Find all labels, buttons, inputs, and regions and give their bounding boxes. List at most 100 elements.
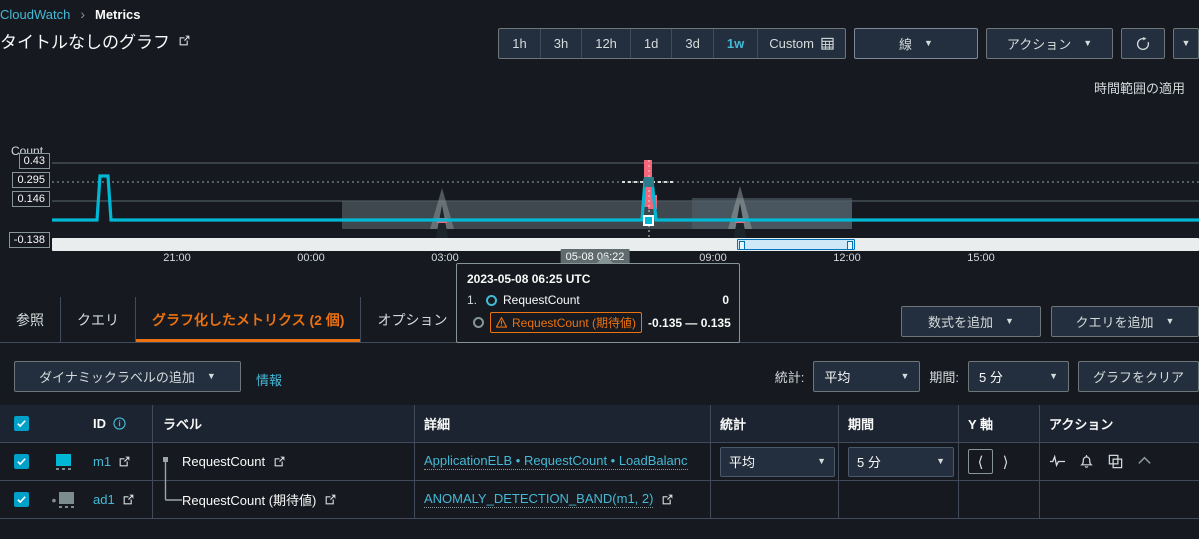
time-range-1d[interactable]: 1d xyxy=(631,29,673,58)
row-actions-cell xyxy=(1039,481,1199,518)
add-dynamic-label-text: ダイナミックラベルの追加 xyxy=(39,370,195,385)
x-tick-4: 12:00 xyxy=(833,252,861,264)
yaxis-header-text: Y 軸 xyxy=(968,417,994,432)
tooltip-arrow-icon xyxy=(596,255,614,264)
chevron-up-icon[interactable] xyxy=(1136,453,1153,470)
chevron-down-icon: ▼ xyxy=(1181,38,1191,48)
y-tick-0: 0.43 xyxy=(18,153,50,169)
tooltip-row: 1. RequestCount 0 xyxy=(467,293,729,307)
period-select[interactable]: 5 分 ▼ xyxy=(967,361,1069,392)
tab-options[interactable]: オプション xyxy=(361,297,465,342)
color-swatch-block xyxy=(55,453,71,466)
row-detail-m1[interactable]: ApplicationELB • RequestCount • LoadBala… xyxy=(424,453,688,470)
row-period-select[interactable]: 5 分 ▼ xyxy=(848,446,954,477)
time-range-1w[interactable]: 1w xyxy=(714,29,759,58)
refresh-button[interactable] xyxy=(1121,28,1165,59)
row-label-ad1: RequestCount (期待値) xyxy=(182,493,317,508)
tab-graphed-metrics[interactable]: グラフ化したメトリクス (2 個) xyxy=(136,297,362,342)
chevron-down-icon: ▼ xyxy=(924,38,933,48)
chevron-down-icon: ▼ xyxy=(1083,38,1093,48)
row-id-cell: m1 xyxy=(84,454,152,469)
info-link[interactable]: 情報 xyxy=(256,370,282,389)
graph-type-select[interactable]: 線 ▼ xyxy=(854,28,978,59)
metric-graph-icon[interactable] xyxy=(1049,453,1066,470)
chevron-down-icon: ▼ xyxy=(206,371,216,381)
edit-label-icon[interactable] xyxy=(273,455,286,468)
chart-plot[interactable] xyxy=(52,160,1199,242)
y-tick-highlight: 0.295 xyxy=(12,172,50,188)
x-tick-2: 03:00 xyxy=(431,252,459,264)
chart-tooltip: 2023-05-08 06:25 UTC 1. RequestCount 0 R… xyxy=(456,263,740,343)
tooltip-row: RequestCount (期待値) -0.135 — 0.135 xyxy=(467,312,731,333)
row-checkbox[interactable] xyxy=(13,492,29,507)
actions-header: アクション xyxy=(1039,405,1199,442)
tooltip-row-index: 1. xyxy=(467,293,478,307)
row-id-ad1[interactable]: ad1 xyxy=(93,492,115,507)
tab-query[interactable]: クエリ xyxy=(61,297,136,342)
time-range-12h[interactable]: 12h xyxy=(582,29,631,58)
yaxis-right-button[interactable]: ⟩ xyxy=(993,449,1018,474)
row-id-m1[interactable]: m1 xyxy=(93,454,111,469)
add-math-label: 数式を追加 xyxy=(928,315,994,330)
time-range-1h[interactable]: 1h xyxy=(499,29,541,58)
clear-graph-button[interactable]: グラフをクリア xyxy=(1077,361,1199,392)
actions-button[interactable]: アクション ▼ xyxy=(986,28,1113,59)
row-color-cell[interactable] xyxy=(42,453,84,470)
info-icon[interactable] xyxy=(113,417,126,430)
stat-header-text: 統計 xyxy=(720,417,747,432)
refresh-options-button[interactable]: ▼ xyxy=(1173,28,1199,59)
chevron-down-icon: ▼ xyxy=(1005,316,1014,326)
edit-id-icon[interactable] xyxy=(118,455,131,468)
add-query-button[interactable]: クエリを追加 ▼ xyxy=(1051,306,1199,337)
color-swatch-block xyxy=(59,491,75,504)
time-range-custom[interactable]: Custom xyxy=(758,29,845,58)
row-id-cell: ad1 xyxy=(84,492,152,507)
statistic-select[interactable]: 平均 ▼ xyxy=(813,361,921,392)
series-marker-icon xyxy=(473,317,484,328)
x-tick-0: 21:00 xyxy=(163,252,191,264)
detail-header-text: 詳細 xyxy=(424,417,451,432)
period-header-text: 期間 xyxy=(848,417,875,432)
graph-type-value: 線 xyxy=(899,37,913,52)
row-select-cell xyxy=(0,454,42,469)
duplicate-icon[interactable] xyxy=(1107,453,1124,470)
stat-period-controls: 統計: 平均 ▼ 期間: 5 分 ▼ グラフをクリア xyxy=(775,361,1199,392)
select-all-cell xyxy=(0,416,42,431)
row-checkbox[interactable] xyxy=(13,454,29,469)
yaxis-header: Y 軸 xyxy=(958,405,1039,442)
edit-title-icon[interactable] xyxy=(178,34,191,47)
edit-id-icon[interactable] xyxy=(122,493,135,506)
edit-label-icon[interactable] xyxy=(324,493,337,506)
graph-panel: Count 0.43 0.295 0.146 -0.138 21:00 00:0… xyxy=(0,110,1199,270)
row-stat-cell xyxy=(710,481,838,518)
row-detail-ad1[interactable]: ANOMALY_DETECTION_BAND(m1, 2) xyxy=(424,491,654,508)
add-dynamic-label-button[interactable]: ダイナミックラベルの追加 ▼ xyxy=(14,361,241,392)
select-all-checkbox[interactable] xyxy=(13,416,29,431)
tab-browse[interactable]: 参照 xyxy=(0,297,61,342)
stat-header: 統計 xyxy=(710,405,838,442)
color-swatch[interactable] xyxy=(59,491,75,508)
apply-time-range-link[interactable]: 時間範囲の適用 xyxy=(1094,78,1185,97)
row-color-cell[interactable]: • xyxy=(42,491,84,508)
time-range-3h[interactable]: 3h xyxy=(541,29,583,58)
color-swatch[interactable] xyxy=(55,453,71,470)
time-range-3d[interactable]: 3d xyxy=(672,29,714,58)
edit-expression-icon[interactable] xyxy=(661,493,674,506)
add-math-button[interactable]: 数式を追加 ▼ xyxy=(901,306,1041,337)
row-statistic-select[interactable]: 平均 ▼ xyxy=(720,446,835,477)
clear-graph-label: グラフをクリア xyxy=(1092,370,1184,385)
y-tick-3: -0.138 xyxy=(8,232,50,248)
actions-header-text: アクション xyxy=(1049,417,1114,432)
breadcrumb-metrics[interactable]: Metrics xyxy=(95,7,141,22)
yaxis-toggle-group: ⟨ ⟩ xyxy=(968,449,1018,474)
row-detail-cell: ANOMALY_DETECTION_BAND(m1, 2) xyxy=(414,481,710,518)
breadcrumb-cloudwatch[interactable]: CloudWatch xyxy=(0,7,70,22)
label-header-text: ラベル xyxy=(163,417,203,432)
row-statistic-value: 平均 xyxy=(729,455,756,470)
row-detail-cell: ApplicationELB • RequestCount • LoadBala… xyxy=(414,443,710,480)
create-alarm-bell-icon[interactable] xyxy=(1078,453,1095,470)
y-axis-ticks: 0.43 0.295 0.146 -0.138 xyxy=(0,153,50,248)
row-yaxis-cell xyxy=(958,481,1039,518)
yaxis-left-button[interactable]: ⟨ xyxy=(968,449,993,474)
row-stat-cell: 平均 ▼ xyxy=(710,443,838,480)
